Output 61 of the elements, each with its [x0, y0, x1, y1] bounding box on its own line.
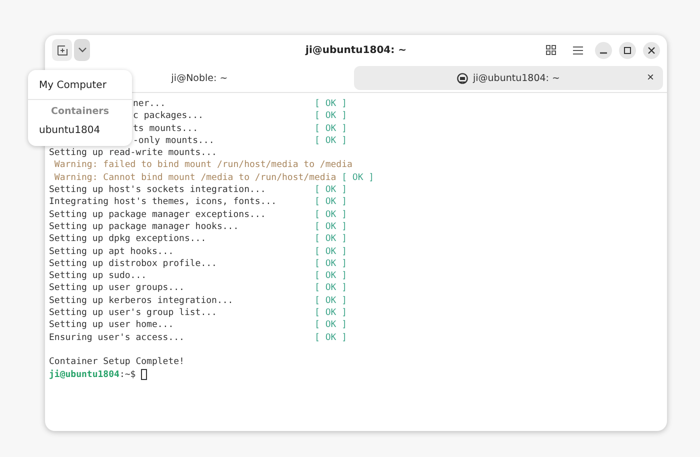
status-ok: [ OK ]: [314, 246, 348, 258]
log-line: Setting up dpkg exceptions...: [49, 234, 206, 244]
status-ok: [ OK ]: [314, 122, 348, 135]
log-line: Container Setup Complete!: [49, 356, 184, 369]
close-icon: [648, 46, 655, 54]
maximize-button[interactable]: [619, 42, 636, 58]
status-ok: [ OK ]: [314, 332, 348, 344]
status-ok: [ OK ]: [314, 134, 348, 148]
log-line: Setting up user groups...: [49, 283, 184, 294]
log-line: Setting up apt hooks...: [49, 246, 174, 257]
log-line: c packages...: [132, 111, 204, 122]
log-line: Setting up user's group list...: [49, 308, 217, 318]
new-tab-icon: [56, 44, 68, 56]
minimize-button[interactable]: [595, 42, 612, 58]
status-ok: [ OK ]: [314, 220, 348, 234]
tab-label: ji@ubuntu1804: ~: [473, 72, 560, 84]
log-line: Setting up sudo...: [49, 271, 147, 282]
close-button[interactable]: [643, 42, 660, 58]
log-line: Setting up host's sockets integration...: [49, 185, 266, 196]
status-ok: [ OK ]: [314, 196, 348, 209]
log-line: Setting up kerberos integration...: [49, 296, 234, 306]
status-ok: [ OK ]: [342, 172, 374, 184]
menu-section-header: Containers: [50, 105, 110, 119]
status-ok: [ OK ]: [314, 208, 348, 221]
status-ok: [ OK ]: [314, 294, 348, 308]
profile-dropdown-button[interactable]: [74, 39, 90, 61]
window-title: ji@ubuntu1804: ~: [306, 44, 406, 56]
status-ok: [ OK ]: [314, 233, 348, 246]
chevron-down-icon: [78, 47, 86, 53]
container-icon: [457, 72, 468, 84]
warning-line: Warning: Cannot bind mount /media to /run/host/media: [53, 172, 336, 184]
status-ok: [ OK ]: [314, 282, 348, 295]
log-line: ner...: [132, 99, 166, 109]
warning-line: Warning: failed to bind mount /run/host/media to /media: [53, 159, 352, 172]
new-tab-button[interactable]: [52, 39, 72, 61]
log-line: Integrating host's themes, icons, fonts...: [49, 197, 277, 208]
log-line: ts mounts...: [132, 124, 198, 134]
prompt-user: ji@ubuntu1804: [49, 368, 120, 381]
log-line: -only mounts...: [132, 136, 214, 146]
menu-icon: [573, 46, 583, 54]
log-line: Setting up package manager exceptions...: [49, 210, 266, 220]
log-line: Ensuring user's access...: [49, 332, 184, 343]
log-line: Setting up distrobox profile...: [49, 258, 217, 269]
tab[interactable]: ji@ubuntu1804: ~ ×: [354, 66, 663, 90]
log-line: Setting up user home...: [49, 320, 174, 330]
status-ok: [ OK ]: [314, 319, 348, 332]
status-ok: [ OK ]: [314, 258, 348, 270]
grid-icon: [546, 45, 556, 55]
status-ok: [ OK ]: [314, 98, 348, 110]
maximize-icon: [624, 46, 631, 54]
prompt-path: :~$: [119, 368, 136, 381]
status-ok: [ OK ]: [314, 270, 348, 282]
menu-item[interactable]: ubuntu1804: [28, 121, 132, 140]
tab-close-button[interactable]: ×: [644, 70, 657, 84]
status-ok: [ OK ]: [314, 110, 348, 123]
cursor: [140, 368, 147, 380]
log-line: Setting up package manager hooks...: [49, 222, 239, 232]
menu-item[interactable]: My Computer: [28, 76, 132, 95]
status-ok: [ OK ]: [314, 307, 348, 320]
log-line: Setting up read-write mounts...: [49, 147, 217, 160]
status-ok: [ OK ]: [314, 184, 348, 196]
